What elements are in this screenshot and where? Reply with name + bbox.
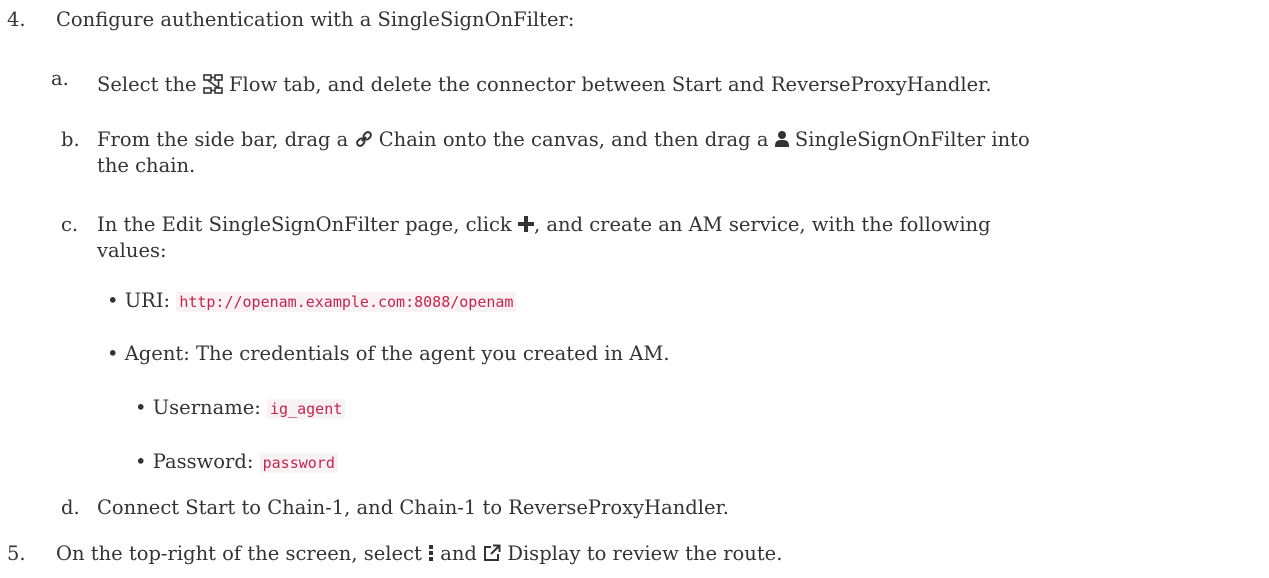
step-4d-marker: d. bbox=[61, 496, 80, 519]
bullet-dot: • bbox=[107, 342, 119, 365]
bullet-dot: • bbox=[135, 396, 147, 419]
bullet-dot: • bbox=[135, 450, 147, 473]
step-5-text-post: Display to review the route. bbox=[507, 542, 783, 565]
bullet-dot: • bbox=[107, 289, 119, 312]
username-value: ig_agent bbox=[267, 399, 346, 419]
step-4b-marker: b. bbox=[61, 128, 80, 151]
step-4b-text-line2: the chain. bbox=[97, 154, 196, 177]
step-4c-text-post: , and create an AM service, with the fol… bbox=[533, 213, 991, 236]
step-5-text-mid: and bbox=[440, 542, 477, 565]
step-4b-text-mid: Chain onto the canvas, and then drag a bbox=[378, 128, 769, 151]
agent-text: Agent: The credentials of the agent you … bbox=[124, 342, 670, 365]
step-4b-text-post: SingleSignOnFilter into bbox=[794, 128, 1030, 151]
password-value: password bbox=[259, 453, 338, 473]
step-4c: c. In the Edit SingleSignOnFilter page, … bbox=[61, 212, 1261, 272]
step-4d-text: Connect Start to Chain-1, and Chain-1 to… bbox=[97, 496, 729, 519]
plus-icon bbox=[517, 215, 534, 232]
external-link-icon bbox=[483, 544, 501, 562]
user-icon bbox=[774, 130, 789, 148]
step-4a-text-pre: Select the bbox=[97, 73, 197, 96]
flow-icon bbox=[202, 73, 223, 94]
bullet-agent: • Agent: The credentials of the agent yo… bbox=[107, 341, 670, 367]
bullet-password: • Password: password bbox=[135, 449, 338, 476]
uri-label: URI: bbox=[124, 289, 171, 312]
step-4b: b. From the side bar, drag a Chain onto … bbox=[61, 127, 1261, 187]
step-5-number: 5. bbox=[7, 542, 26, 565]
step-4a-text-post: Flow tab, and delete the connector betwe… bbox=[228, 73, 992, 96]
step-4c-marker: c. bbox=[61, 213, 79, 236]
step-4c-text-pre: In the Edit SingleSignOnFilter page, cli… bbox=[97, 213, 512, 236]
step-4b-text-pre: From the side bar, drag a bbox=[97, 128, 349, 151]
username-label: Username: bbox=[152, 396, 261, 419]
step-4-text: Configure authentication with a SingleSi… bbox=[56, 8, 575, 31]
bullet-username: • Username: ig_agent bbox=[135, 395, 346, 422]
step-4-number: 4. bbox=[7, 8, 26, 31]
uri-value: http://openam.example.com:8088/openam bbox=[176, 292, 517, 312]
step-4: 4. Configure authentication with a Singl… bbox=[7, 7, 574, 33]
step-5: 5. On the top-right of the screen, selec… bbox=[7, 541, 1257, 567]
step-5-text-pre: On the top-right of the screen, select bbox=[56, 542, 422, 565]
step-4a-marker: a. bbox=[51, 67, 69, 90]
vertical-ellipsis-icon bbox=[428, 544, 434, 562]
bullet-uri: • URI: http://openam.example.com:8088/op… bbox=[107, 288, 517, 315]
step-4c-text-line2: values: bbox=[97, 239, 167, 262]
step-4a: a. Select the Flow tab, and delete the c… bbox=[51, 67, 1251, 102]
password-label: Password: bbox=[152, 450, 254, 473]
link-icon bbox=[355, 130, 373, 148]
